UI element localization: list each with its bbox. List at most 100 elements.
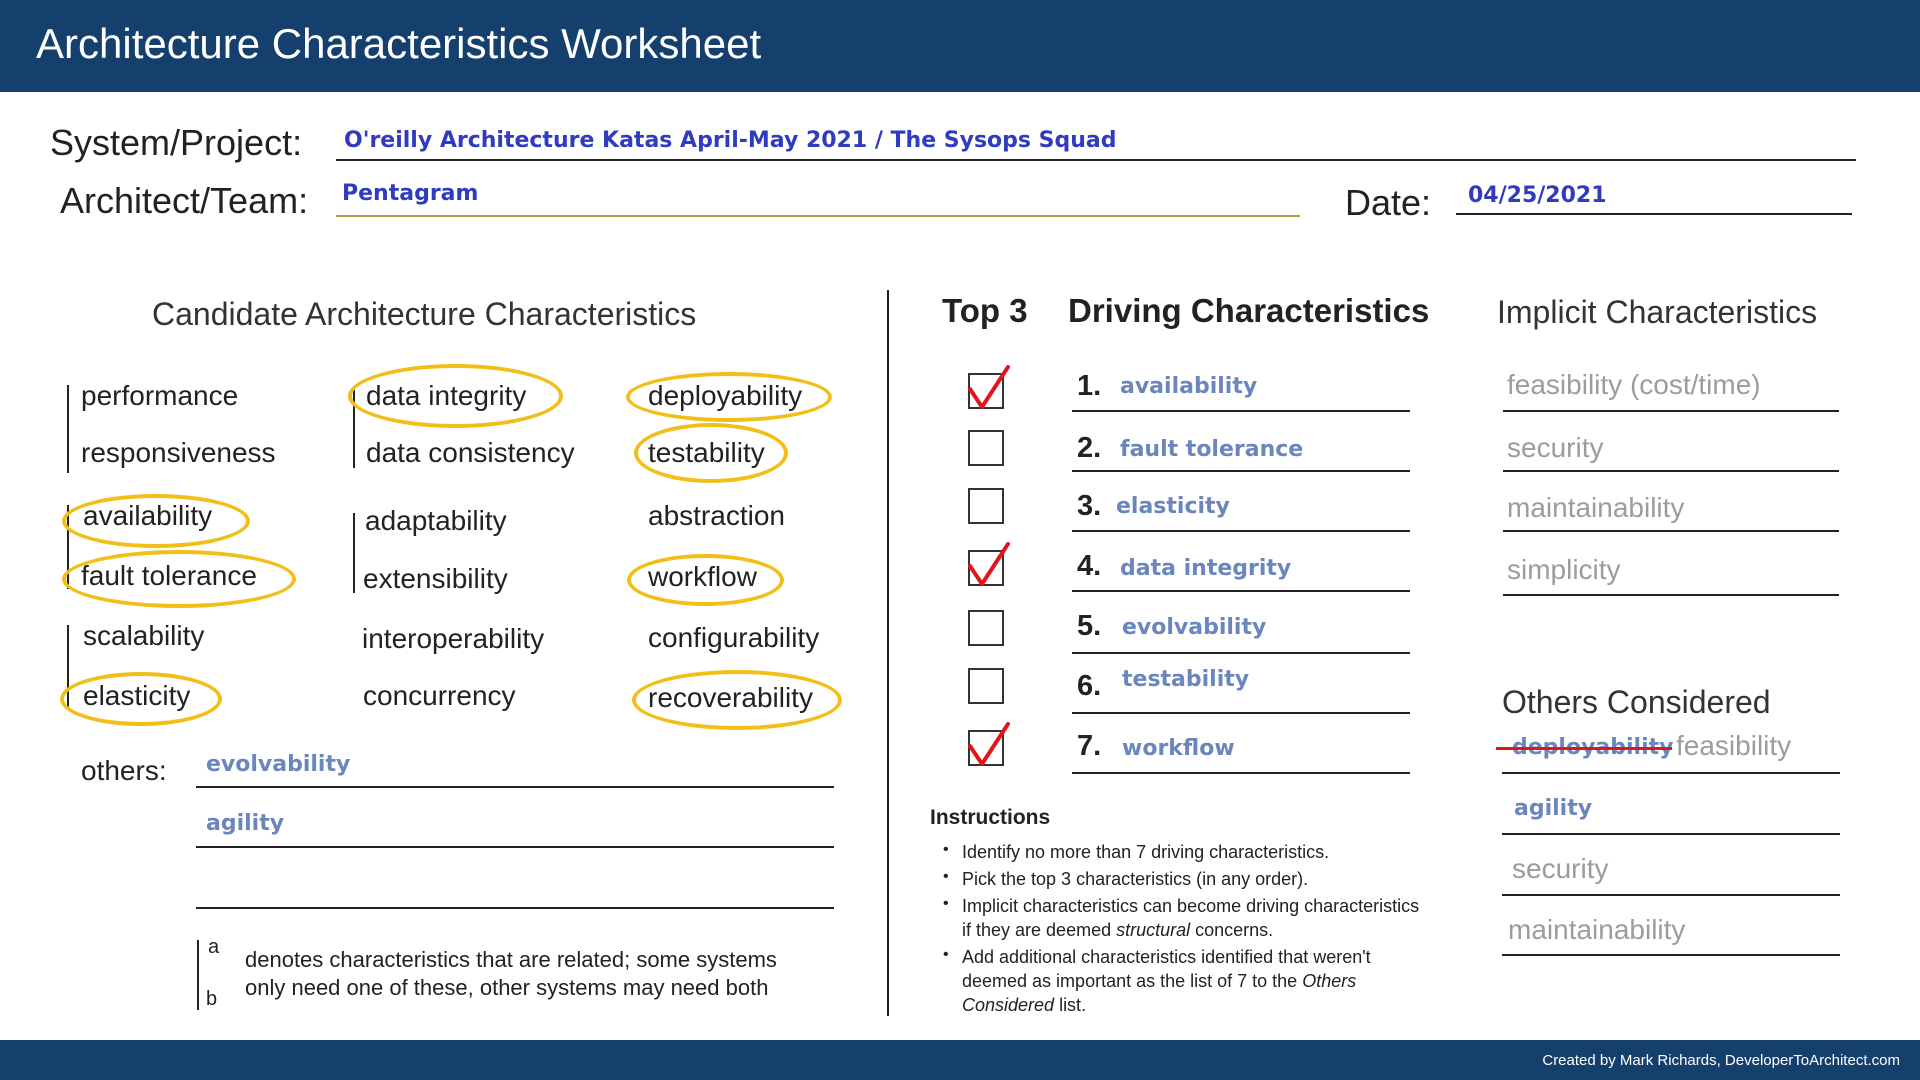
driving-underline-1: [1072, 410, 1410, 412]
candidate-responsiveness: responsiveness: [81, 437, 276, 468]
others-underline-2: [196, 846, 834, 848]
top3-checkbox-1[interactable]: [968, 365, 1010, 409]
instruction-3: Implicit characteristics can become driv…: [962, 896, 1420, 916]
bullet-1: •: [943, 841, 949, 858]
driving-value-3[interactable]: elasticity: [1116, 494, 1230, 519]
bullet-3: •: [943, 895, 949, 912]
related-bar-adaptability: [353, 513, 355, 593]
circle-recoverability: [632, 670, 842, 730]
circle-deployability: [626, 372, 832, 422]
instruction-2: Pick the top 3 characteristics (in any o…: [962, 869, 1309, 889]
instruction-4-cont-2: Considered list.: [962, 993, 1482, 1017]
candidate-concurrency: concurrency: [363, 680, 516, 711]
implicit-underline-3: [1503, 530, 1839, 532]
instructions-title: Instructions: [930, 806, 1051, 829]
instruction-4: Add additional characteristics identifie…: [962, 947, 1371, 967]
checkmark-icon: [968, 722, 1010, 766]
top3-checkbox-2[interactable]: [968, 430, 1004, 466]
driving-num-2: 2.: [1077, 432, 1102, 464]
others-considered-first[interactable]: feasibility: [1676, 730, 1791, 762]
implicit-item-3: maintainability: [1507, 492, 1685, 523]
bullet-4: •: [943, 946, 949, 963]
legend-a: a: [208, 936, 220, 958]
system-underline: [336, 159, 1856, 161]
circle-availability: [62, 494, 250, 548]
candidates-title: Candidate Architecture Characteristics: [152, 296, 697, 332]
driving-num-3: 3.: [1077, 490, 1102, 522]
driving-num-7: 7.: [1077, 730, 1102, 762]
others-underline-1: [196, 786, 834, 788]
others-label: others:: [81, 755, 167, 786]
instruction-4-cont1-pre: deemed as important as the list of 7 to …: [962, 971, 1303, 991]
checkmark-icon: [968, 365, 1010, 409]
driving-value-4[interactable]: data integrity: [1120, 556, 1291, 581]
architect-label: Architect/Team:: [60, 180, 309, 221]
driving-value-7[interactable]: workflow: [1122, 736, 1235, 761]
instruction-3-cont: if they are deemed structural concerns.: [962, 918, 1482, 942]
candidate-abstraction: abstraction: [648, 500, 785, 531]
driving-value-6[interactable]: testability: [1122, 667, 1249, 692]
bullet-2: •: [943, 868, 949, 885]
others-value-2[interactable]: agility: [206, 811, 284, 836]
driving-num-4: 4.: [1077, 550, 1102, 582]
others-considered-underline-2: [1502, 833, 1840, 835]
checkmark-icon: [968, 542, 1010, 586]
top3-checkbox-4[interactable]: [968, 542, 1010, 586]
others-value-1[interactable]: evolvability: [206, 752, 350, 777]
candidate-configurability: configurability: [648, 622, 820, 653]
footer-bar: Created by Mark Richards, DeveloperToArc…: [0, 1040, 1920, 1080]
others-considered-title: Others Considered: [1502, 684, 1771, 720]
architect-value[interactable]: Pentagram: [342, 181, 478, 206]
circle-testability: [634, 423, 788, 483]
legend-bar: [197, 940, 199, 1010]
legend-line-1: denotes characteristics that are related…: [245, 947, 777, 972]
circle-workflow: [627, 554, 784, 606]
date-label: Date:: [1345, 182, 1432, 223]
strikethrough-mark: [1496, 747, 1672, 750]
others-considered-item-3[interactable]: maintainability: [1508, 914, 1685, 946]
others-considered-item-2[interactable]: security: [1512, 853, 1608, 885]
driving-underline-7: [1072, 772, 1410, 774]
circle-data-integrity: [348, 364, 563, 428]
implicit-underline-4: [1503, 594, 1839, 596]
driving-underline-3: [1072, 530, 1410, 532]
candidate-data-consistency: data consistency: [366, 437, 575, 468]
others-considered-item-1[interactable]: agility: [1514, 796, 1592, 821]
top3-checkbox-3[interactable]: [968, 488, 1004, 524]
driving-value-1[interactable]: availability: [1120, 374, 1257, 399]
implicit-title: Implicit Characteristics: [1497, 294, 1818, 330]
system-value[interactable]: O'reilly Architecture Katas April-May 20…: [344, 128, 1117, 153]
others-considered-underline-4: [1502, 954, 1840, 956]
driving-num-5: 5.: [1077, 610, 1102, 642]
instruction-3-cont-pre: if they are deemed: [962, 920, 1117, 940]
header-bar: Architecture Characteristics Worksheet: [0, 0, 1920, 92]
driving-underline-6: [1072, 712, 1410, 714]
instruction-3-cont-post: concerns.: [1190, 920, 1274, 940]
circle-fault-tolerance: [62, 550, 296, 608]
driving-value-5[interactable]: evolvability: [1122, 615, 1266, 640]
top3-label: Top 3: [942, 292, 1028, 329]
implicit-underline-2: [1503, 470, 1839, 472]
top3-checkbox-6[interactable]: [968, 668, 1004, 704]
circle-elasticity: [60, 672, 222, 726]
date-value[interactable]: 04/25/2021: [1468, 183, 1607, 208]
footer-credit: Created by Mark Richards, DeveloperToArc…: [1542, 1052, 1900, 1069]
candidate-extensibility: extensibility: [363, 563, 508, 594]
legend-line-2: only need one of these, other systems ma…: [245, 975, 769, 1000]
system-label: System/Project:: [50, 122, 303, 163]
date-underline: [1456, 213, 1852, 215]
legend-b: b: [206, 988, 218, 1010]
implicit-item-1: feasibility (cost/time): [1507, 369, 1761, 400]
candidate-adaptability: adaptability: [365, 505, 507, 536]
top3-checkbox-7[interactable]: [968, 722, 1010, 766]
driving-value-2[interactable]: fault tolerance: [1120, 437, 1303, 462]
others-underline-3: [196, 907, 834, 909]
others-considered-underline-1: [1502, 772, 1840, 774]
related-bar-performance: [67, 385, 69, 473]
driving-underline-2: [1072, 470, 1410, 472]
candidate-interoperability: interoperability: [362, 623, 545, 654]
top3-checkbox-5[interactable]: [968, 610, 1004, 646]
instruction-4-cont2-post: list.: [1054, 995, 1087, 1015]
candidate-scalability: scalability: [83, 620, 205, 651]
driving-underline-4: [1072, 590, 1410, 592]
